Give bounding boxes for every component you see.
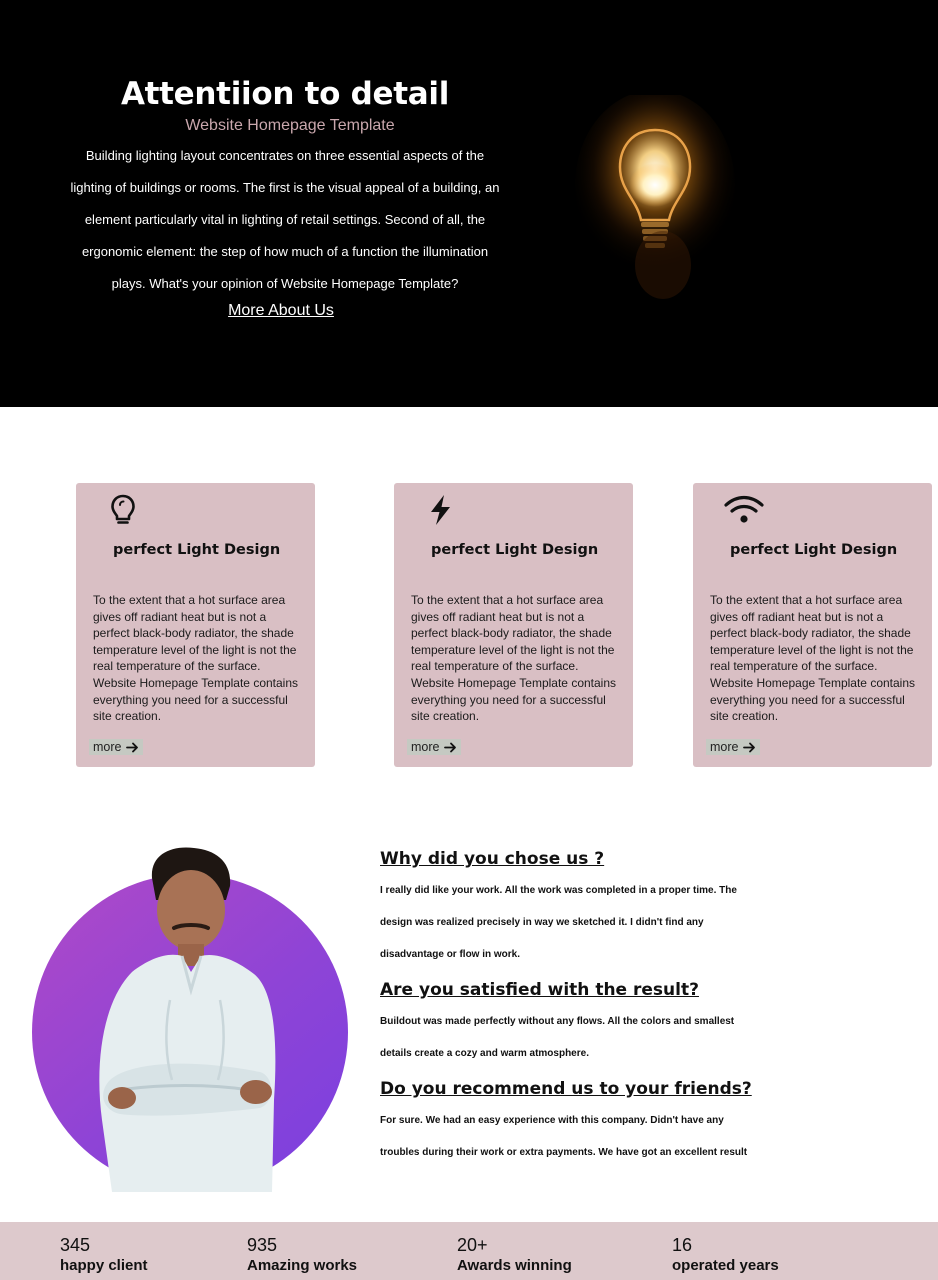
card-description: To the extent that a hot surface area gi…	[710, 593, 916, 724]
more-button[interactable]: more	[407, 739, 462, 755]
card-title: perfect Light Design	[113, 542, 281, 558]
more-about-us-link[interactable]: More About Us	[228, 302, 334, 320]
stat-item: 20+ Awards winning	[457, 1234, 572, 1274]
stat-item: 345 happy client	[60, 1234, 148, 1274]
card-description: To the extent that a hot surface area gi…	[93, 593, 299, 724]
faq-answer: I really did like your work. All the wor…	[380, 885, 737, 960]
more-button[interactable]: more	[89, 739, 144, 755]
more-label: more	[710, 740, 739, 754]
more-button[interactable]: more	[706, 739, 761, 755]
hero-title: Attentiion to detail	[120, 76, 450, 112]
stats-bar: 345 happy client 935 Amazing works 20+ A…	[0, 1222, 938, 1280]
stat-label: operated years	[672, 1257, 779, 1274]
stat-item: 16 operated years	[672, 1234, 779, 1274]
faq-question: Why did you chose us ?	[380, 849, 605, 869]
faq-item: Do you recommend us to your friends? For…	[380, 1078, 920, 1169]
stat-number: 20+	[457, 1235, 488, 1255]
light-bulb-icon	[575, 95, 735, 299]
more-label: more	[93, 740, 122, 754]
lightbulb-icon	[111, 494, 135, 524]
arrow-right-icon	[444, 742, 457, 752]
hero-subtitle: Website Homepage Template	[185, 117, 395, 134]
faq-item: Are you satisfied with the result? Build…	[380, 979, 920, 1070]
customer-portrait	[99, 847, 276, 1192]
more-label: more	[411, 740, 440, 754]
card-description: To the extent that a hot surface area gi…	[411, 593, 617, 724]
feature-card: perfect Light Design To the extent that …	[76, 483, 315, 767]
stat-number: 345	[60, 1235, 91, 1255]
card-title: perfect Light Design	[730, 542, 898, 558]
wifi-icon	[724, 495, 764, 523]
faq-answer: For sure. We had an easy experience with…	[380, 1115, 748, 1158]
faq-question: Do you recommend us to your friends?	[380, 1079, 752, 1099]
bolt-icon	[431, 495, 450, 525]
faq-question: Are you satisfied with the result?	[380, 980, 699, 1000]
hero-text-block: Attentiion to detail Website Homepage Te…	[60, 72, 510, 320]
stat-number: 16	[672, 1235, 693, 1255]
faq-answer: Buildout was made perfectly without any …	[380, 1016, 735, 1059]
feature-card: perfect Light Design To the extent that …	[394, 483, 633, 767]
arrow-right-icon	[743, 742, 756, 752]
stat-label: Amazing works	[247, 1257, 358, 1274]
card-title: perfect Light Design	[431, 542, 599, 558]
hero-section: Attentiion to detail Website Homepage Te…	[0, 0, 938, 407]
arrow-right-icon	[126, 742, 139, 752]
feature-card: perfect Light Design To the extent that …	[693, 483, 932, 767]
stat-number: 935	[247, 1235, 278, 1255]
stat-label: Awards winning	[457, 1257, 572, 1274]
faq-item: Why did you chose us ? I really did like…	[380, 848, 920, 971]
hero-description: Building lighting layout concentrates on…	[70, 148, 500, 291]
stat-item: 935 Amazing works	[247, 1234, 357, 1274]
stat-label: happy client	[60, 1257, 148, 1274]
